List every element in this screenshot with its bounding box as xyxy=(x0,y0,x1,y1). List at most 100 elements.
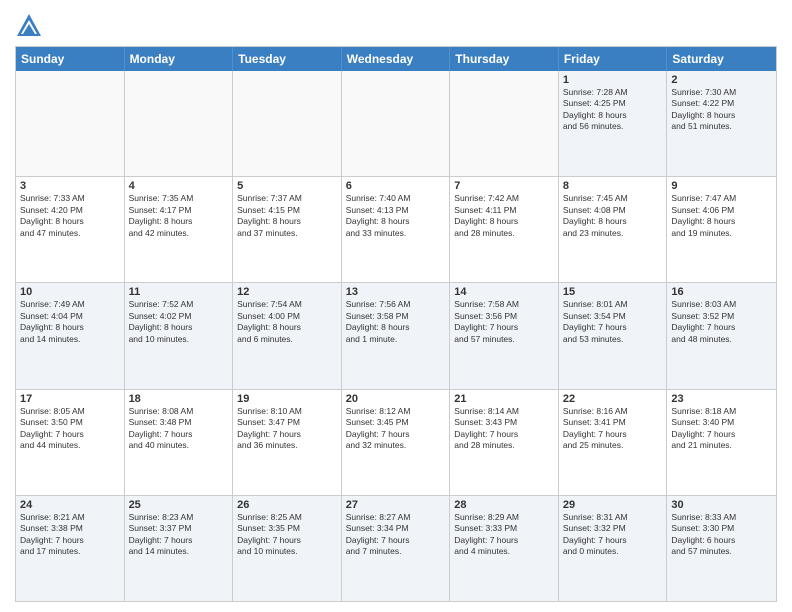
day-number: 24 xyxy=(20,499,120,511)
empty-cell xyxy=(450,71,559,176)
day-cell-12: 12Sunrise: 7:54 AM Sunset: 4:00 PM Dayli… xyxy=(233,283,342,388)
day-number: 16 xyxy=(671,286,772,298)
calendar-row-4: 17Sunrise: 8:05 AM Sunset: 3:50 PM Dayli… xyxy=(16,389,776,495)
empty-cell xyxy=(16,71,125,176)
day-info: Sunrise: 7:42 AM Sunset: 4:11 PM Dayligh… xyxy=(454,193,554,239)
day-number: 19 xyxy=(237,393,337,405)
day-number: 23 xyxy=(671,393,772,405)
day-number: 21 xyxy=(454,393,554,405)
day-info: Sunrise: 8:05 AM Sunset: 3:50 PM Dayligh… xyxy=(20,406,120,452)
header-cell-monday: Monday xyxy=(125,47,234,71)
day-info: Sunrise: 8:12 AM Sunset: 3:45 PM Dayligh… xyxy=(346,406,446,452)
day-info: Sunrise: 8:03 AM Sunset: 3:52 PM Dayligh… xyxy=(671,299,772,345)
day-info: Sunrise: 8:25 AM Sunset: 3:35 PM Dayligh… xyxy=(237,512,337,558)
day-number: 11 xyxy=(129,286,229,298)
day-number: 20 xyxy=(346,393,446,405)
day-info: Sunrise: 7:30 AM Sunset: 4:22 PM Dayligh… xyxy=(671,87,772,133)
day-cell-27: 27Sunrise: 8:27 AM Sunset: 3:34 PM Dayli… xyxy=(342,496,451,601)
header-cell-thursday: Thursday xyxy=(450,47,559,71)
day-info: Sunrise: 7:58 AM Sunset: 3:56 PM Dayligh… xyxy=(454,299,554,345)
calendar: SundayMondayTuesdayWednesdayThursdayFrid… xyxy=(15,46,777,602)
empty-cell xyxy=(342,71,451,176)
day-number: 26 xyxy=(237,499,337,511)
header-cell-tuesday: Tuesday xyxy=(233,47,342,71)
day-number: 14 xyxy=(454,286,554,298)
day-number: 2 xyxy=(671,74,772,86)
day-number: 13 xyxy=(346,286,446,298)
day-number: 28 xyxy=(454,499,554,511)
day-number: 9 xyxy=(671,180,772,192)
day-number: 27 xyxy=(346,499,446,511)
day-info: Sunrise: 8:16 AM Sunset: 3:41 PM Dayligh… xyxy=(563,406,663,452)
logo xyxy=(15,14,45,40)
day-info: Sunrise: 8:01 AM Sunset: 3:54 PM Dayligh… xyxy=(563,299,663,345)
day-cell-10: 10Sunrise: 7:49 AM Sunset: 4:04 PM Dayli… xyxy=(16,283,125,388)
day-number: 3 xyxy=(20,180,120,192)
day-info: Sunrise: 8:27 AM Sunset: 3:34 PM Dayligh… xyxy=(346,512,446,558)
day-cell-22: 22Sunrise: 8:16 AM Sunset: 3:41 PM Dayli… xyxy=(559,390,668,495)
day-cell-3: 3Sunrise: 7:33 AM Sunset: 4:20 PM Daylig… xyxy=(16,177,125,282)
day-cell-9: 9Sunrise: 7:47 AM Sunset: 4:06 PM Daylig… xyxy=(667,177,776,282)
day-info: Sunrise: 8:33 AM Sunset: 3:30 PM Dayligh… xyxy=(671,512,772,558)
day-cell-7: 7Sunrise: 7:42 AM Sunset: 4:11 PM Daylig… xyxy=(450,177,559,282)
day-info: Sunrise: 8:23 AM Sunset: 3:37 PM Dayligh… xyxy=(129,512,229,558)
header xyxy=(15,10,777,40)
day-number: 5 xyxy=(237,180,337,192)
day-cell-29: 29Sunrise: 8:31 AM Sunset: 3:32 PM Dayli… xyxy=(559,496,668,601)
day-info: Sunrise: 8:21 AM Sunset: 3:38 PM Dayligh… xyxy=(20,512,120,558)
day-cell-4: 4Sunrise: 7:35 AM Sunset: 4:17 PM Daylig… xyxy=(125,177,234,282)
day-info: Sunrise: 8:31 AM Sunset: 3:32 PM Dayligh… xyxy=(563,512,663,558)
day-cell-8: 8Sunrise: 7:45 AM Sunset: 4:08 PM Daylig… xyxy=(559,177,668,282)
calendar-header: SundayMondayTuesdayWednesdayThursdayFrid… xyxy=(16,47,776,71)
calendar-row-3: 10Sunrise: 7:49 AM Sunset: 4:04 PM Dayli… xyxy=(16,282,776,388)
day-number: 17 xyxy=(20,393,120,405)
day-info: Sunrise: 7:47 AM Sunset: 4:06 PM Dayligh… xyxy=(671,193,772,239)
day-cell-18: 18Sunrise: 8:08 AM Sunset: 3:48 PM Dayli… xyxy=(125,390,234,495)
header-cell-friday: Friday xyxy=(559,47,668,71)
day-number: 1 xyxy=(563,74,663,86)
day-info: Sunrise: 7:45 AM Sunset: 4:08 PM Dayligh… xyxy=(563,193,663,239)
day-cell-23: 23Sunrise: 8:18 AM Sunset: 3:40 PM Dayli… xyxy=(667,390,776,495)
header-cell-wednesday: Wednesday xyxy=(342,47,451,71)
day-info: Sunrise: 7:49 AM Sunset: 4:04 PM Dayligh… xyxy=(20,299,120,345)
day-cell-5: 5Sunrise: 7:37 AM Sunset: 4:15 PM Daylig… xyxy=(233,177,342,282)
day-cell-16: 16Sunrise: 8:03 AM Sunset: 3:52 PM Dayli… xyxy=(667,283,776,388)
day-number: 25 xyxy=(129,499,229,511)
calendar-row-5: 24Sunrise: 8:21 AM Sunset: 3:38 PM Dayli… xyxy=(16,495,776,601)
day-cell-25: 25Sunrise: 8:23 AM Sunset: 3:37 PM Dayli… xyxy=(125,496,234,601)
day-info: Sunrise: 7:56 AM Sunset: 3:58 PM Dayligh… xyxy=(346,299,446,345)
day-cell-28: 28Sunrise: 8:29 AM Sunset: 3:33 PM Dayli… xyxy=(450,496,559,601)
empty-cell xyxy=(125,71,234,176)
day-number: 12 xyxy=(237,286,337,298)
page: SundayMondayTuesdayWednesdayThursdayFrid… xyxy=(0,0,792,612)
empty-cell xyxy=(233,71,342,176)
day-info: Sunrise: 8:10 AM Sunset: 3:47 PM Dayligh… xyxy=(237,406,337,452)
header-cell-saturday: Saturday xyxy=(667,47,776,71)
day-info: Sunrise: 7:37 AM Sunset: 4:15 PM Dayligh… xyxy=(237,193,337,239)
day-number: 22 xyxy=(563,393,663,405)
calendar-row-2: 3Sunrise: 7:33 AM Sunset: 4:20 PM Daylig… xyxy=(16,176,776,282)
day-cell-20: 20Sunrise: 8:12 AM Sunset: 3:45 PM Dayli… xyxy=(342,390,451,495)
day-cell-30: 30Sunrise: 8:33 AM Sunset: 3:30 PM Dayli… xyxy=(667,496,776,601)
day-info: Sunrise: 8:14 AM Sunset: 3:43 PM Dayligh… xyxy=(454,406,554,452)
day-number: 6 xyxy=(346,180,446,192)
day-info: Sunrise: 7:54 AM Sunset: 4:00 PM Dayligh… xyxy=(237,299,337,345)
day-info: Sunrise: 8:29 AM Sunset: 3:33 PM Dayligh… xyxy=(454,512,554,558)
day-cell-14: 14Sunrise: 7:58 AM Sunset: 3:56 PM Dayli… xyxy=(450,283,559,388)
day-number: 8 xyxy=(563,180,663,192)
day-info: Sunrise: 8:08 AM Sunset: 3:48 PM Dayligh… xyxy=(129,406,229,452)
day-number: 15 xyxy=(563,286,663,298)
day-number: 7 xyxy=(454,180,554,192)
header-cell-sunday: Sunday xyxy=(16,47,125,71)
day-number: 18 xyxy=(129,393,229,405)
day-cell-19: 19Sunrise: 8:10 AM Sunset: 3:47 PM Dayli… xyxy=(233,390,342,495)
day-cell-13: 13Sunrise: 7:56 AM Sunset: 3:58 PM Dayli… xyxy=(342,283,451,388)
day-info: Sunrise: 8:18 AM Sunset: 3:40 PM Dayligh… xyxy=(671,406,772,452)
day-cell-11: 11Sunrise: 7:52 AM Sunset: 4:02 PM Dayli… xyxy=(125,283,234,388)
day-info: Sunrise: 7:28 AM Sunset: 4:25 PM Dayligh… xyxy=(563,87,663,133)
day-number: 29 xyxy=(563,499,663,511)
day-cell-24: 24Sunrise: 8:21 AM Sunset: 3:38 PM Dayli… xyxy=(16,496,125,601)
day-cell-26: 26Sunrise: 8:25 AM Sunset: 3:35 PM Dayli… xyxy=(233,496,342,601)
day-cell-6: 6Sunrise: 7:40 AM Sunset: 4:13 PM Daylig… xyxy=(342,177,451,282)
day-info: Sunrise: 7:40 AM Sunset: 4:13 PM Dayligh… xyxy=(346,193,446,239)
